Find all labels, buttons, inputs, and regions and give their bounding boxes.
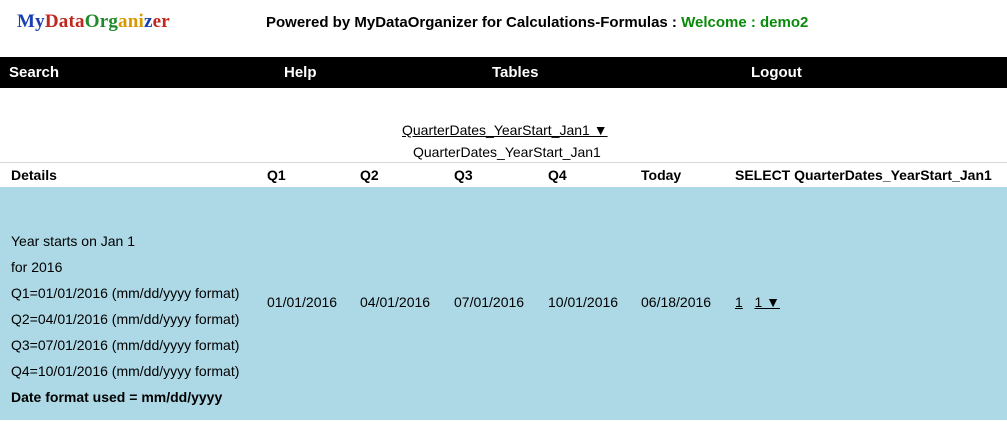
logo-letter: a [118, 11, 128, 32]
logo-letter: a [58, 11, 69, 32]
details-line: Q2=04/01/2016 (mm/dd/yyyy format) [11, 311, 240, 327]
powered-by-text: Powered by MyDataOrganizer for Calculati… [266, 14, 682, 31]
logo-letter: r [161, 11, 170, 32]
logo-letter: e [152, 11, 162, 32]
col-header-q3: Q3 [454, 167, 473, 183]
col-header-q4: Q4 [548, 167, 567, 183]
logo-letter: D [44, 11, 59, 32]
today-cell: 06/18/2016 [641, 294, 712, 310]
logo-letter: y [35, 11, 45, 32]
table-header-row: Details Q1 Q2 Q3 Q4 Today SELECT Quarter… [0, 163, 1007, 187]
q3-cell: 07/01/2016 [454, 294, 525, 310]
details-line: Q4=10/01/2016 (mm/dd/yyyy format) [11, 363, 240, 379]
col-header-q1: Q1 [267, 167, 286, 183]
logo-letter: g [108, 11, 119, 32]
details-line: Q3=07/01/2016 (mm/dd/yyyy format) [11, 337, 240, 353]
details-line: Year starts on Jan 1 [11, 233, 136, 249]
table-name-title: QuarterDates_YearStart_Jan1 [413, 144, 601, 160]
nav-help-link[interactable]: Help [284, 64, 317, 81]
logo-letter: M [17, 11, 36, 32]
select-record-link[interactable]: 1 [735, 294, 743, 310]
q1-cell: 01/01/2016 [267, 294, 338, 310]
col-header-q2: Q2 [360, 167, 379, 183]
col-header-details: Details [11, 167, 57, 183]
logo-letter: a [75, 11, 85, 32]
details-line: Q1=01/01/2016 (mm/dd/yyyy format) [11, 285, 240, 301]
col-header-today: Today [641, 167, 682, 183]
nav-logout-link[interactable]: Logout [751, 64, 802, 81]
logo-letter: O [84, 11, 100, 32]
q4-cell: 10/01/2016 [548, 294, 619, 310]
table-selector-dropdown[interactable]: QuarterDates_YearStart_Jan1 ▼ [402, 122, 608, 138]
nav-search-link[interactable]: Search [9, 64, 59, 81]
details-line: for 2016 [11, 259, 63, 275]
select-record-dropdown[interactable]: 1 ▼ [754, 294, 780, 310]
nav-tables-link[interactable]: Tables [492, 64, 538, 81]
data-table: Details Q1 Q2 Q3 Q4 Today SELECT Quarter… [0, 162, 1007, 420]
app-logo[interactable]: MyDataOrganizer [17, 11, 170, 33]
col-header-select: SELECT QuarterDates_YearStart_Jan1 [735, 167, 992, 183]
details-cell: Year starts on Jan 1 for 2016 Q1=01/01/2… [11, 228, 239, 410]
logo-letter: z [144, 11, 153, 32]
table-row: Year starts on Jan 1 for 2016 Q1=01/01/2… [0, 187, 1007, 420]
welcome-user-text: Welcome : demo2 [681, 14, 809, 31]
q2-cell: 04/01/2016 [360, 294, 431, 310]
header-powered-by: Powered by MyDataOrganizer for Calculati… [266, 14, 808, 31]
logo-letter: n [127, 11, 139, 32]
select-cell: 1 1 ▼ [735, 294, 780, 310]
main-nav-bar: Search Help Tables Logout [0, 57, 1007, 88]
date-format-note: Date format used = mm/dd/yyyy [11, 389, 223, 405]
